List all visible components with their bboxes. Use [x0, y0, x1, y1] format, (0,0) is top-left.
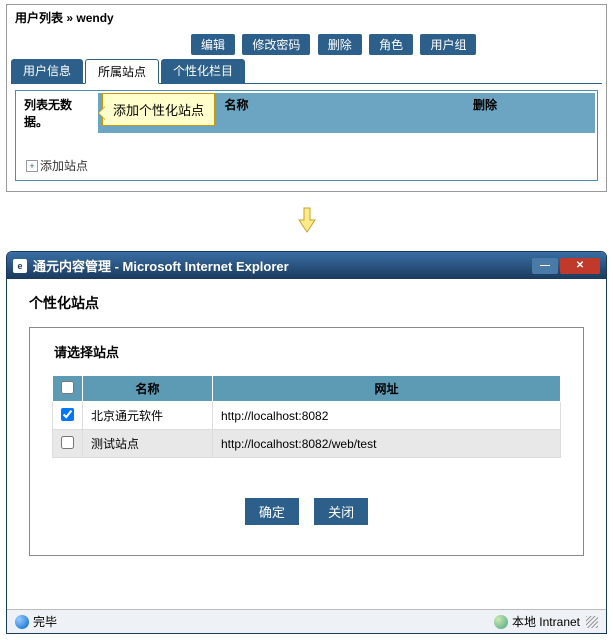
tab-sites[interactable]: 所属站点	[85, 59, 159, 84]
status-bar: 完毕 本地 Intranet	[7, 609, 606, 633]
table-row: 北京通元软件http://localhost:8082	[53, 402, 561, 430]
row-name: 北京通元软件	[83, 402, 213, 430]
row-name: 测试站点	[83, 430, 213, 458]
fieldset-legend: 请选择站点	[52, 342, 121, 361]
row-checkbox[interactable]	[61, 408, 74, 421]
globe-icon	[15, 615, 29, 629]
status-text: 完毕	[33, 613, 57, 630]
callout-add-site: 添加个性化站点	[102, 93, 215, 126]
breadcrumb: 用户列表 » wendy	[11, 7, 602, 30]
site-table: 名称 网址 北京通元软件http://localhost:8082测试站点htt…	[52, 375, 561, 458]
close-window-button[interactable]: ✕	[560, 258, 600, 274]
col-check	[53, 376, 83, 402]
site-grid-box: 列表无数据。 名称 删除 添加个性化站点 + 添加站点	[15, 90, 598, 181]
table-row: 测试站点http://localhost:8082/web/test	[53, 430, 561, 458]
close-button[interactable]: 关闭	[314, 498, 368, 525]
dialog-buttons: 确定 关闭	[52, 498, 561, 525]
grid-no-data: 列表无数据。	[18, 93, 98, 133]
row-url: http://localhost:8082	[213, 402, 561, 430]
edit-button[interactable]: 编辑	[191, 34, 235, 55]
col-name-header: 名称	[83, 376, 213, 402]
ok-button[interactable]: 确定	[245, 498, 299, 525]
resize-grip[interactable]	[586, 616, 598, 628]
grid-col-delete: 删除	[375, 93, 595, 133]
row-checkbox[interactable]	[61, 436, 74, 449]
window-title: 通元内容管理 - Microsoft Internet Explorer	[33, 256, 289, 275]
ie-content: 个性化站点 请选择站点 名称 网址 北京通元软件http://localhost…	[7, 279, 606, 609]
col-url-header: 网址	[213, 376, 561, 402]
group-button[interactable]: 用户组	[420, 34, 476, 55]
titlebar: e 通元内容管理 - Microsoft Internet Explorer —…	[7, 252, 606, 279]
user-detail-panel: 用户列表 » wendy 编辑 修改密码 删除 角色 用户组 用户信息 所属站点…	[6, 4, 607, 192]
flow-arrow-icon	[0, 206, 613, 237]
breadcrumb-user: wendy	[76, 11, 113, 25]
add-icon: +	[26, 160, 38, 172]
tab-user-info[interactable]: 用户信息	[11, 59, 83, 83]
action-bar: 编辑 修改密码 删除 角色 用户组	[11, 30, 602, 59]
breadcrumb-sep: »	[63, 11, 76, 25]
minimize-button[interactable]: —	[532, 258, 558, 274]
site-fieldset: 请选择站点 名称 网址 北京通元软件http://localhost:8082测…	[29, 327, 584, 556]
section-title: 个性化站点	[29, 293, 584, 313]
change-password-button[interactable]: 修改密码	[242, 34, 310, 55]
zone-icon	[494, 615, 508, 629]
row-url: http://localhost:8082/web/test	[213, 430, 561, 458]
ie-window: e 通元内容管理 - Microsoft Internet Explorer —…	[6, 251, 607, 634]
ie-app-icon: e	[13, 259, 27, 273]
select-all-checkbox[interactable]	[61, 381, 74, 394]
add-site-link[interactable]: + 添加站点	[26, 157, 88, 174]
delete-button[interactable]: 删除	[318, 34, 362, 55]
breadcrumb-list-link[interactable]: 用户列表	[15, 11, 63, 25]
tab-columns[interactable]: 个性化栏目	[161, 59, 245, 83]
zone-label: 本地 Intranet	[512, 613, 580, 630]
add-site-label: 添加站点	[40, 157, 88, 174]
role-button[interactable]: 角色	[369, 34, 413, 55]
tab-bar: 用户信息 所属站点 个性化栏目	[11, 59, 602, 84]
